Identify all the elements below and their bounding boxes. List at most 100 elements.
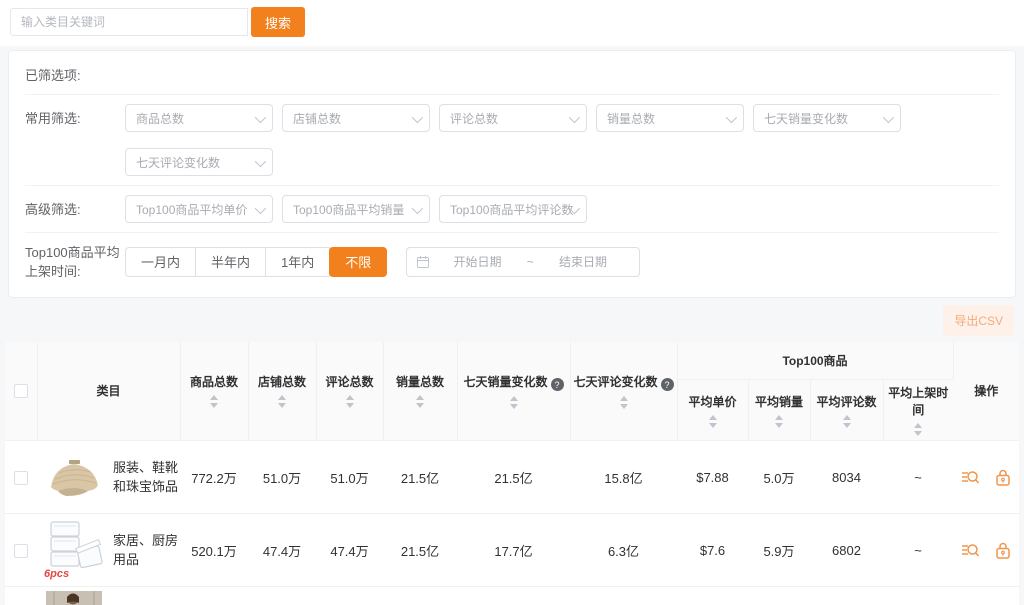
category-search-bar: 搜索 [0, 0, 1024, 46]
chevron-down-icon [412, 115, 420, 123]
chevron-down-icon [726, 115, 734, 123]
cell-shop-total: 51.0万 [248, 441, 316, 514]
dropdown-label: Top100商品平均销量 [293, 201, 404, 218]
dropdown-label: 销量总数 [607, 110, 655, 127]
image-badge: 6pcs [44, 568, 69, 580]
category-cell: 6pcs 家居、厨房用品 [39, 518, 178, 582]
sort-control[interactable] [386, 395, 455, 408]
tab-half-year[interactable]: 半年内 [195, 247, 266, 277]
col-label: 销量总数 [396, 375, 444, 389]
col-label: 店铺总数 [258, 375, 306, 389]
listing-time-tab-group: 一月内 半年内 1年内 不限 [125, 247, 387, 277]
date-range-picker[interactable]: 开始日期 ~ 结束日期 [406, 247, 640, 277]
listing-time-row: Top100商品平均上架时间: 一月内 半年内 1年内 不限 开始日期 [25, 232, 999, 291]
col-label: 平均销量 [755, 395, 803, 409]
chevron-down-icon [255, 206, 263, 214]
sort-control[interactable] [573, 396, 675, 409]
table-row: 女士时尚 414.0万 29.5万 29.5万 21.5亿 21.5亿 8.7亿… [5, 587, 1019, 605]
view-analysis-button[interactable] [961, 468, 980, 487]
table-toolbar: 导出CSV [0, 298, 1024, 342]
chevron-down-icon [255, 159, 263, 167]
col-header-sales-change-7d: 七天销量变化数? [457, 342, 570, 441]
dropdown-review-total[interactable]: 评论总数 [439, 104, 587, 132]
col-label: 七天评论变化数 [573, 375, 657, 389]
search-button[interactable]: 搜索 [251, 7, 305, 37]
tab-unlimited[interactable]: 不限 [329, 247, 387, 277]
cell-avg-listing-time: ~ [883, 441, 953, 514]
sort-control[interactable] [813, 415, 881, 428]
dropdown-label: 商品总数 [136, 110, 184, 127]
cell-review-change-7d: 15.8亿 [570, 441, 677, 514]
col-label: 平均评论数 [816, 395, 876, 409]
dropdown-product-total[interactable]: 商品总数 [125, 104, 273, 132]
col-label: 商品总数 [190, 375, 238, 389]
col-label: 七天销量变化数 [463, 375, 547, 389]
dropdown-review-change-7d[interactable]: 七天评论变化数 [125, 148, 273, 176]
help-icon[interactable]: ? [661, 378, 674, 391]
dropdown-sales-total[interactable]: 销量总数 [596, 104, 744, 132]
export-csv-button[interactable]: 导出CSV [943, 305, 1014, 336]
category-name: 家居、厨房用品 [113, 531, 178, 570]
sort-control[interactable] [751, 415, 808, 428]
cell-review-change-7d: 8.7亿 [570, 587, 677, 605]
cell-avg-reviews: 6802 [810, 514, 883, 587]
lock-icon [994, 541, 1012, 560]
chevron-down-icon [569, 206, 577, 214]
date-range-separator: ~ [525, 255, 536, 269]
chevron-down-icon [883, 115, 891, 123]
col-label: 评论总数 [325, 375, 373, 389]
col-header-avg-listing-time: 平均上架时间 [883, 380, 953, 441]
lock-button[interactable] [994, 541, 1012, 560]
col-header-review-total: 评论总数 [316, 342, 383, 441]
sort-control[interactable] [183, 395, 246, 408]
dropdown-top100-avg-reviews[interactable]: Top100商品平均评论数 [439, 195, 587, 223]
end-date-placeholder[interactable]: 结束日期 [536, 253, 631, 270]
category-table: 类目 商品总数 店铺总数 评论总数 销量总数 七天销量变化数? [5, 342, 1019, 605]
cell-shop-total: 29.5万 [248, 587, 316, 605]
calendar-icon [416, 255, 430, 269]
dropdown-label: Top100商品平均单价 [136, 201, 247, 218]
cell-sales-total: 21.5亿 [383, 514, 457, 587]
chevron-down-icon [569, 115, 577, 123]
row-checkbox[interactable] [14, 471, 28, 485]
row-checkbox[interactable] [14, 544, 28, 558]
sort-control[interactable] [886, 423, 952, 436]
cell-avg-sales: 3.2万 [748, 587, 810, 605]
col-label: 平均单价 [688, 395, 736, 409]
cell-avg-reviews: 5542 [810, 587, 883, 605]
cell-avg-reviews: 8034 [810, 441, 883, 514]
tab-one-month[interactable]: 一月内 [125, 247, 196, 277]
row-actions [955, 468, 1017, 487]
search-list-icon [961, 468, 980, 487]
cell-avg-sales: 5.0万 [748, 441, 810, 514]
sort-control[interactable] [460, 396, 568, 409]
dropdown-top100-avg-sales[interactable]: Top100商品平均销量 [282, 195, 430, 223]
cell-avg-listing-time: ~ [883, 514, 953, 587]
cell-review-total: 29.5万 [316, 587, 383, 605]
sort-control[interactable] [319, 395, 381, 408]
dropdown-top100-avg-price[interactable]: Top100商品平均单价 [125, 195, 273, 223]
lock-button[interactable] [994, 468, 1012, 487]
dropdown-shop-total[interactable]: 店铺总数 [282, 104, 430, 132]
category-image: 6pcs [44, 518, 104, 582]
help-icon[interactable]: ? [551, 378, 564, 391]
selected-filters-label: 已筛选项: [25, 61, 999, 94]
col-header-category: 类目 [37, 342, 180, 441]
tab-one-year[interactable]: 1年内 [265, 247, 330, 277]
select-all-checkbox[interactable] [14, 384, 28, 398]
category-search-input[interactable] [10, 8, 248, 36]
sort-control[interactable] [251, 395, 314, 408]
view-analysis-button[interactable] [961, 541, 980, 560]
dropdown-label: 店铺总数 [293, 110, 341, 127]
cell-review-change-7d: 6.3亿 [570, 514, 677, 587]
table-row: 服装、鞋靴和珠宝饰品 772.2万 51.0万 51.0万 21.5亿 21.5… [5, 441, 1019, 514]
cell-sales-change-7d: 21.5亿 [457, 441, 570, 514]
advanced-filters-row: 高级筛选: Top100商品平均单价 Top100商品平均销量 Top100商品… [25, 185, 999, 232]
sort-control[interactable] [680, 415, 746, 428]
cell-review-total: 51.0万 [316, 441, 383, 514]
col-header-avg-reviews: 平均评论数 [810, 380, 883, 441]
cell-avg-price: $7.6 [677, 514, 748, 587]
dropdown-sales-change-7d[interactable]: 七天销量变化数 [753, 104, 901, 132]
filter-panel: 已筛选项: 常用筛选: 商品总数 店铺总数 评论总数 销量总数 七天销量变化数 [8, 50, 1016, 298]
start-date-placeholder[interactable]: 开始日期 [430, 253, 525, 270]
